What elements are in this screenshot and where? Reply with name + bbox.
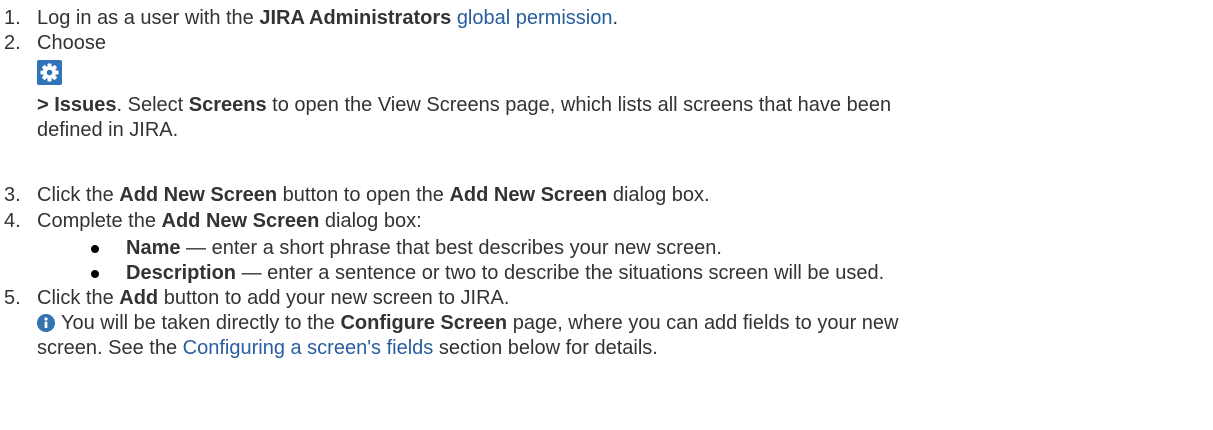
info-note: screen. See the Configuring a screen's f…: [37, 336, 658, 360]
step-text: Choose: [37, 32, 106, 54]
step-text-part: . Select: [116, 94, 189, 116]
step-number: 1.: [4, 7, 21, 29]
step-text: Complete the Add New Screen dialog box:: [37, 209, 422, 233]
step-text: Click the Add button to add your new scr…: [37, 286, 509, 310]
step-number: 2.: [4, 32, 21, 54]
step-text: > Issues. Select Screens to open the Vie…: [37, 93, 891, 117]
note-text: screen. See the: [37, 337, 183, 359]
screens-label: Screens: [188, 94, 267, 116]
add-new-screen-label: Add New Screen: [449, 184, 608, 206]
note-text: section below for details.: [433, 337, 658, 359]
step-number: 3.: [4, 184, 21, 206]
step-text: Log in as a user with the JIRA Administr…: [37, 6, 618, 30]
note-text: You will be taken directly to the: [61, 312, 341, 334]
add-button-label: Add: [119, 287, 159, 309]
field-description-term: Description: [126, 262, 237, 284]
step-text-part: Click the: [37, 184, 120, 206]
configuring-screen-fields-link[interactable]: Configuring a screen's fields: [183, 337, 434, 359]
info-note: You will be taken directly to the Config…: [37, 311, 899, 335]
bullet-desc: — enter a sentence or two to describe th…: [236, 262, 885, 284]
add-new-screen-label: Add New Screen: [119, 184, 278, 206]
bullet-dot: [91, 270, 99, 278]
step-text: defined in JIRA.: [37, 119, 179, 141]
bullet-desc: — enter a short phrase that best describ…: [180, 237, 722, 259]
add-new-screen-label: Add New Screen: [161, 210, 320, 232]
note-text: page, where you can add fields to your n…: [507, 312, 899, 334]
step-number: 5.: [4, 287, 21, 309]
step-number: 4.: [4, 210, 21, 232]
issues-label: > Issues: [37, 94, 117, 116]
step-text: Click the Add New Screen button to open …: [37, 183, 710, 207]
step-text-part: dialog box:: [319, 210, 422, 232]
gear-icon: [37, 60, 62, 85]
bullet-dot: [91, 245, 99, 253]
step-text-part: to open the View Screens page, which lis…: [266, 94, 892, 116]
global-permission-link[interactable]: global permission: [457, 7, 613, 29]
configure-screen-label: Configure Screen: [340, 312, 508, 334]
bullet-text: Description — enter a sentence or two to…: [126, 261, 884, 285]
field-name-term: Name: [126, 237, 181, 259]
step-text-part: button to add your new screen to JIRA.: [158, 287, 510, 309]
step-text-part: dialog box.: [607, 184, 710, 206]
step-text-part: Complete the: [37, 210, 162, 232]
role-name: JIRA Administrators: [259, 7, 452, 29]
step-text-part: .: [612, 7, 619, 29]
bullet-text: Name — enter a short phrase that best de…: [126, 236, 722, 260]
info-icon: [37, 314, 55, 332]
step-text-part: Log in as a user with the: [37, 7, 260, 29]
step-text-part: button to open the: [277, 184, 450, 206]
step-text-part: Click the: [37, 287, 120, 309]
